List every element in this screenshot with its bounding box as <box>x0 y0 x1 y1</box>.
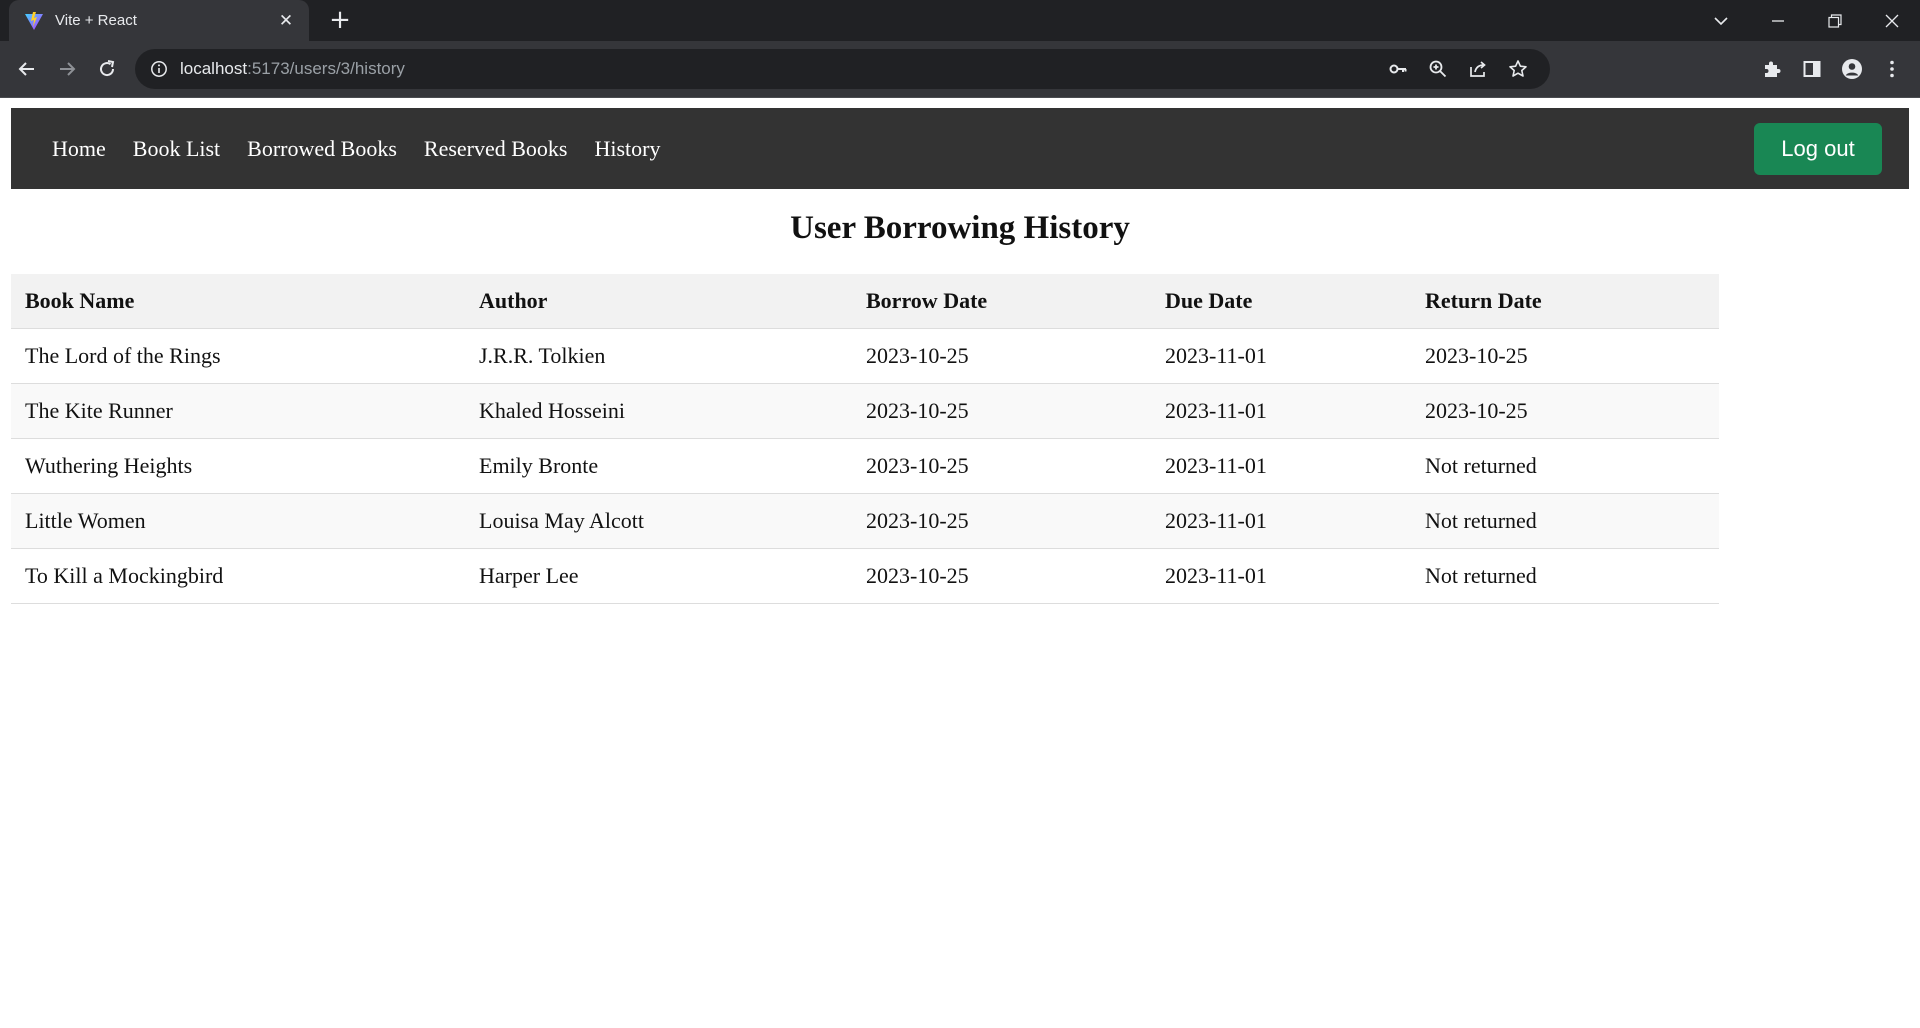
cell-borrow-date: 2023-10-25 <box>852 548 1151 604</box>
cell-book-name: Little Women <box>11 493 465 549</box>
history-table: Book Name Author Borrow Date Due Date Re… <box>11 274 1719 604</box>
close-window-icon[interactable] <box>1863 0 1920 41</box>
bookmark-star-icon[interactable] <box>1498 49 1538 89</box>
cell-book-name: Wuthering Heights <box>11 438 465 494</box>
browser-tab-strip: Vite + React ✕ + <box>0 0 1920 41</box>
nav-link-borrowed-books[interactable]: Borrowed Books <box>247 136 397 162</box>
cell-due-date: 2023-11-01 <box>1151 548 1411 604</box>
cell-return-date: Not returned <box>1411 493 1719 549</box>
site-info-icon[interactable] <box>150 60 168 78</box>
profile-avatar-icon[interactable] <box>1832 49 1872 89</box>
new-tab-icon[interactable]: + <box>326 6 354 34</box>
forward-arrow-icon[interactable] <box>53 55 81 83</box>
table-row: Wuthering Heights Emily Bronte 2023-10-2… <box>11 438 1719 494</box>
url-host: localhost <box>180 59 248 78</box>
cell-author: Emily Bronte <box>465 438 852 494</box>
cell-author: Harper Lee <box>465 548 852 604</box>
column-header-book-name: Book Name <box>11 274 465 329</box>
cell-due-date: 2023-11-01 <box>1151 438 1411 494</box>
nav-links: Home Book List Borrowed Books Reserved B… <box>52 108 687 189</box>
column-header-return-date: Return Date <box>1411 274 1719 329</box>
cell-due-date: 2023-11-01 <box>1151 493 1411 549</box>
url-text: localhost:5173/users/3/history <box>180 59 405 79</box>
cell-return-date: Not returned <box>1411 548 1719 604</box>
key-icon[interactable] <box>1378 49 1418 89</box>
column-header-borrow-date: Borrow Date <box>852 274 1151 329</box>
cell-due-date: 2023-11-01 <box>1151 328 1411 384</box>
share-icon[interactable] <box>1458 49 1498 89</box>
extensions-puzzle-icon[interactable] <box>1752 49 1792 89</box>
table-row: Little Women Louisa May Alcott 2023-10-2… <box>11 493 1719 549</box>
page-title: User Borrowing History <box>790 210 1130 246</box>
nav-link-home[interactable]: Home <box>52 136 106 162</box>
window-controls <box>1692 0 1920 41</box>
tab-search-icon[interactable] <box>1692 0 1749 41</box>
table-row: The Lord of the Rings J.R.R. Tolkien 202… <box>11 328 1719 384</box>
table-row: To Kill a Mockingbird Harper Lee 2023-10… <box>11 548 1719 604</box>
cell-author: Louisa May Alcott <box>465 493 852 549</box>
nav-link-history[interactable]: History <box>594 136 660 162</box>
address-bar-actions <box>1378 49 1538 89</box>
column-header-author: Author <box>465 274 852 329</box>
cell-return-date: Not returned <box>1411 438 1719 494</box>
nav-link-reserved-books[interactable]: Reserved Books <box>424 136 568 162</box>
reload-icon[interactable] <box>93 55 121 83</box>
app-navbar: Home Book List Borrowed Books Reserved B… <box>11 108 1909 189</box>
column-header-due-date: Due Date <box>1151 274 1411 329</box>
tab-title: Vite + React <box>55 12 137 29</box>
cell-borrow-date: 2023-10-25 <box>852 328 1151 384</box>
toolbar-actions <box>1752 49 1912 89</box>
address-bar[interactable]: localhost:5173/users/3/history <box>135 49 1550 89</box>
cell-book-name: The Lord of the Rings <box>11 328 465 384</box>
logout-button[interactable]: Log out <box>1754 123 1882 175</box>
cell-borrow-date: 2023-10-25 <box>852 383 1151 439</box>
cell-due-date: 2023-11-01 <box>1151 383 1411 439</box>
vite-logo-icon <box>25 11 43 30</box>
cell-book-name: To Kill a Mockingbird <box>11 548 465 604</box>
minimize-icon[interactable] <box>1749 0 1806 41</box>
restore-icon[interactable] <box>1806 0 1863 41</box>
side-panel-icon[interactable] <box>1792 49 1832 89</box>
cell-return-date: 2023-10-25 <box>1411 383 1719 439</box>
back-arrow-icon[interactable] <box>13 55 41 83</box>
browser-tab[interactable]: Vite + React ✕ <box>9 0 309 41</box>
cell-return-date: 2023-10-25 <box>1411 328 1719 384</box>
cell-borrow-date: 2023-10-25 <box>852 493 1151 549</box>
close-tab-icon[interactable]: ✕ <box>276 11 296 31</box>
table-row: The Kite Runner Khaled Hosseini 2023-10-… <box>11 383 1719 439</box>
zoom-icon[interactable] <box>1418 49 1458 89</box>
cell-author: Khaled Hosseini <box>465 383 852 439</box>
browser-menu-icon[interactable] <box>1872 49 1912 89</box>
browser-toolbar: localhost:5173/users/3/history <box>0 41 1920 98</box>
url-path: :5173/users/3/history <box>247 59 405 78</box>
table-header-row: Book Name Author Borrow Date Due Date Re… <box>11 274 1719 329</box>
cell-book-name: The Kite Runner <box>11 383 465 439</box>
cell-borrow-date: 2023-10-25 <box>852 438 1151 494</box>
page-content: Home Book List Borrowed Books Reserved B… <box>0 98 1920 1028</box>
nav-link-book-list[interactable]: Book List <box>133 136 220 162</box>
cell-author: J.R.R. Tolkien <box>465 328 852 384</box>
